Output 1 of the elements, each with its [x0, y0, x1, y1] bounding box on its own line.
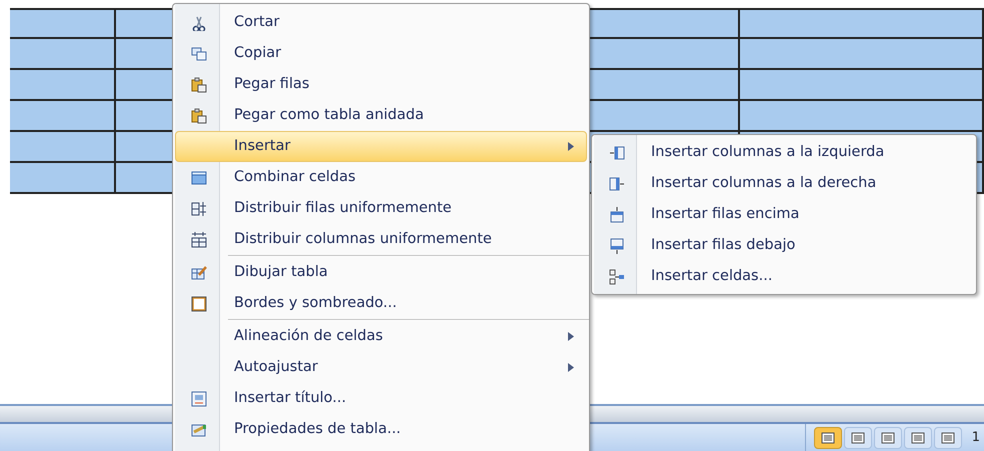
zoom-level: 1 — [972, 428, 980, 447]
